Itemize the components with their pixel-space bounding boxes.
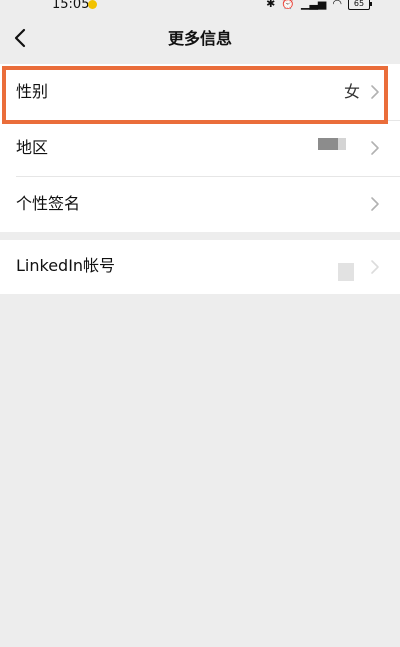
alarm-icon: ⏰ bbox=[281, 0, 295, 10]
chevron-right-icon bbox=[371, 260, 379, 274]
row-signature-label: 个性签名 bbox=[16, 194, 81, 213]
linkedin-obscured-value bbox=[338, 263, 354, 281]
row-gender-value: 女 bbox=[343, 82, 360, 101]
more-info-screen: 15:05 ✱ ⏰ ▁▃▅ ◠ 65 更多信息 性别 女 地区 个性签名 Lin… bbox=[0, 0, 400, 647]
chevron-right-icon bbox=[371, 141, 379, 155]
row-linkedin-label: LinkedIn帐号 bbox=[16, 256, 116, 275]
bluetooth-icon: ✱ bbox=[266, 0, 276, 10]
region-obscured-value bbox=[318, 138, 338, 150]
chevron-right-icon bbox=[371, 197, 379, 211]
region-obscured-value-part bbox=[338, 138, 346, 150]
row-signature[interactable]: 个性签名 bbox=[0, 176, 400, 272]
row-gender-label: 性别 bbox=[16, 82, 49, 101]
row-region[interactable]: 地区 bbox=[0, 120, 400, 176]
navigation-bar: 更多信息 bbox=[0, 16, 400, 64]
row-gender[interactable]: 性别 女 bbox=[0, 64, 400, 120]
battery-icon: 65 bbox=[348, 0, 372, 10]
status-icons: ✱ ⏰ ▁▃▅ ◠ 65 bbox=[266, 0, 372, 10]
row-linkedin[interactable]: LinkedIn帐号 bbox=[0, 240, 400, 294]
info-group: 性别 女 地区 个性签名 bbox=[0, 64, 400, 272]
page-title: 更多信息 bbox=[167, 29, 232, 48]
signal-icon: ▁▃▅ bbox=[301, 0, 327, 10]
wifi-icon: ◠ bbox=[332, 0, 342, 10]
linkedin-group: LinkedIn帐号 bbox=[0, 240, 400, 294]
notification-dot-icon bbox=[88, 0, 97, 9]
status-bar: 15:05 ✱ ⏰ ▁▃▅ ◠ 65 bbox=[0, 0, 400, 16]
row-region-label: 地区 bbox=[16, 138, 49, 157]
chevron-right-icon bbox=[371, 85, 379, 99]
status-time: 15:05 bbox=[52, 0, 90, 12]
